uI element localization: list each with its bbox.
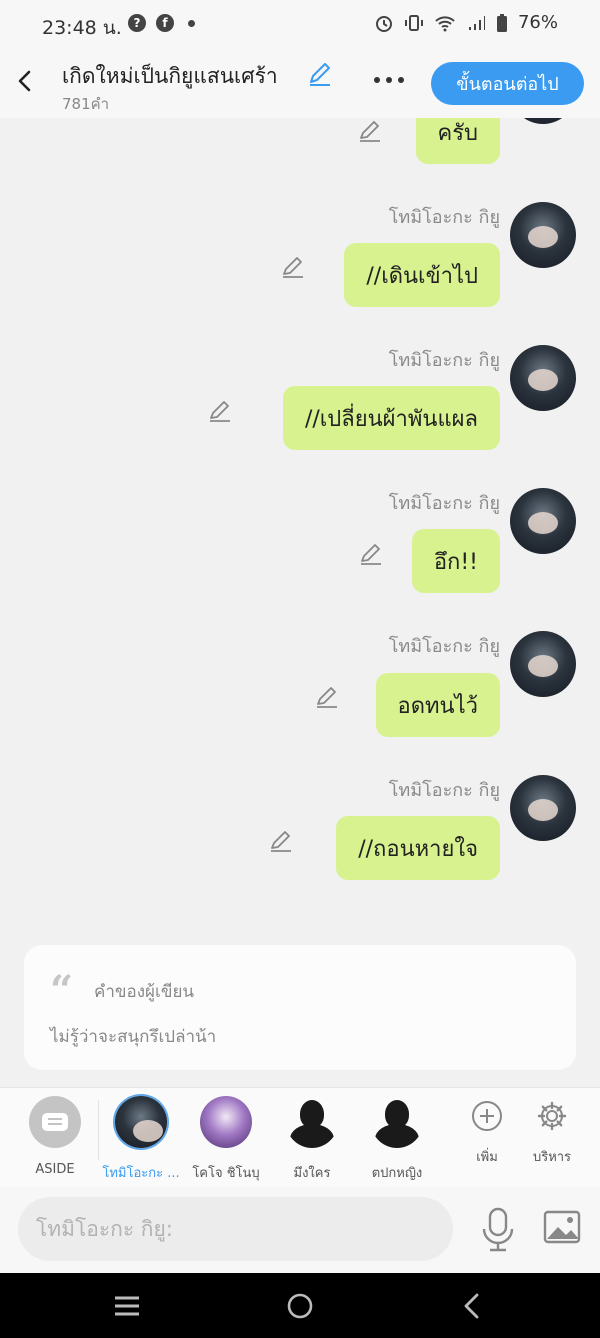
facebook-icon: f <box>156 14 174 32</box>
edit-message-pencil-icon[interactable] <box>314 684 340 710</box>
chat-area: ครับ โทมิโอะกะ กิยู //เดินเข้าไป โทมิโอะ… <box>0 118 600 938</box>
speaker-name: โทมิโอะกะ กิยู <box>388 207 500 228</box>
edit-title-pencil-icon[interactable] <box>306 60 334 88</box>
message-input-bar <box>0 1187 600 1273</box>
message-bubble[interactable]: อึก!! <box>411 529 500 593</box>
edit-message-pencil-icon[interactable] <box>207 398 233 424</box>
speaker-name: โทมิโอะกะ กิยู <box>388 350 500 371</box>
character-avatar <box>115 1096 167 1148</box>
character-selector-bar: ASIDE โทมิโอะกะ ... โคโจ ชิโนบุ มึงใคร ต… <box>0 1087 600 1187</box>
next-step-button[interactable]: ขั้นตอนต่อไป <box>431 62 584 105</box>
character-unknown-2[interactable]: ตปกหญิง <box>354 1096 440 1183</box>
character-label: มึงใคร <box>293 1166 331 1181</box>
story-title: เกิดใหม่เป็นกิยูแสนเศร้า <box>62 64 278 88</box>
speaker-avatar[interactable] <box>510 631 576 697</box>
image-icon[interactable] <box>543 1209 581 1245</box>
character-aside[interactable]: ASIDE <box>12 1096 98 1177</box>
back-arrow-icon[interactable] <box>12 66 38 96</box>
character-kocho-shinobu[interactable]: โคโจ ชิโนบุ <box>183 1096 269 1183</box>
edit-message-pencil-icon[interactable] <box>268 828 294 854</box>
speaker-avatar[interactable] <box>510 118 576 124</box>
battery-percent: 76% <box>517 12 558 33</box>
edit-message-pencil-icon[interactable] <box>280 254 306 280</box>
microphone-icon[interactable] <box>480 1207 516 1253</box>
battery-icon <box>496 13 507 32</box>
edit-message-pencil-icon[interactable] <box>357 118 383 144</box>
back-icon[interactable] <box>458 1291 488 1321</box>
recent-apps-icon[interactable] <box>112 1291 142 1321</box>
status-bar: 23:48 น. ? f 76% <box>0 0 600 50</box>
speaker-avatar[interactable] <box>510 488 576 554</box>
speaker-avatar[interactable] <box>510 345 576 411</box>
aside-chat-icon <box>29 1096 81 1148</box>
speaker-name: โทมิโอะกะ กิยู <box>388 493 500 514</box>
character-label: ตปกหญิง <box>371 1166 423 1181</box>
silhouette-avatar-icon <box>286 1096 338 1148</box>
signal-icon <box>468 15 485 30</box>
more-options-icon[interactable] <box>374 70 412 90</box>
author-note-card[interactable]: “ คำของผู้เขียน ไม่รู้ว่าจะสนุกรึเปล่าน้… <box>24 945 576 1070</box>
character-avatar <box>200 1096 252 1148</box>
alarm-icon <box>375 15 392 32</box>
system-nav-bar <box>0 1273 600 1338</box>
manage-label: บริหาร <box>532 1150 572 1165</box>
vibrate-icon <box>404 14 423 31</box>
speaker-name: โทมิโอะกะ กิยู <box>388 780 500 801</box>
word-count: 781คำ <box>62 95 110 113</box>
message-input[interactable] <box>18 1197 453 1261</box>
message-bubble[interactable]: //เดินเข้าไป <box>344 243 500 307</box>
speaker-avatar[interactable] <box>510 202 576 268</box>
edit-message-pencil-icon[interactable] <box>358 541 384 567</box>
more-notifications-dot-icon <box>188 19 195 27</box>
speaker-name: โทมิโอะกะ กิยู <box>388 636 500 657</box>
author-note-label: คำของผู้เขียน <box>94 982 195 1002</box>
character-label: โทมิโอะกะ ... <box>102 1166 180 1181</box>
notification-dark-icon: ? <box>128 14 146 32</box>
status-notification-icons: ? f <box>128 14 195 32</box>
message-bubble[interactable]: //เปลี่ยนผ้าพันแผล <box>282 386 500 450</box>
silhouette-avatar-icon <box>371 1096 423 1148</box>
character-label: ASIDE <box>35 1162 75 1177</box>
add-label: เพิ่ม <box>476 1150 498 1165</box>
quote-icon: “ <box>50 967 74 1014</box>
app-header: เกิดใหม่เป็นกิยูแสนเศร้า 781คำ ขั้นตอนต่… <box>0 50 600 118</box>
manage-characters-button[interactable]: บริหาร <box>522 1100 582 1167</box>
home-icon[interactable] <box>285 1291 315 1321</box>
character-label: โคโจ ชิโนบุ <box>192 1166 260 1181</box>
add-character-button[interactable]: เพิ่ม <box>457 1100 517 1167</box>
message-bubble[interactable]: //ถอนหายใจ <box>336 816 500 880</box>
message-bubble[interactable]: อดทนไว้ <box>375 673 500 737</box>
author-note-text: ไม่รู้ว่าจะสนุกรึเปล่าน้า <box>50 1027 217 1047</box>
status-time: 23:48 น. <box>42 17 122 39</box>
speaker-avatar[interactable] <box>510 775 576 841</box>
character-unknown-1[interactable]: มึงใคร <box>269 1096 355 1183</box>
gear-icon <box>537 1101 567 1131</box>
character-tomioka[interactable]: โทมิโอะกะ ... <box>98 1096 184 1183</box>
status-system-icons: 76% <box>374 12 558 33</box>
plus-circle-icon <box>472 1101 502 1131</box>
message-bubble[interactable]: ครับ <box>415 118 500 164</box>
wifi-icon <box>435 15 455 31</box>
